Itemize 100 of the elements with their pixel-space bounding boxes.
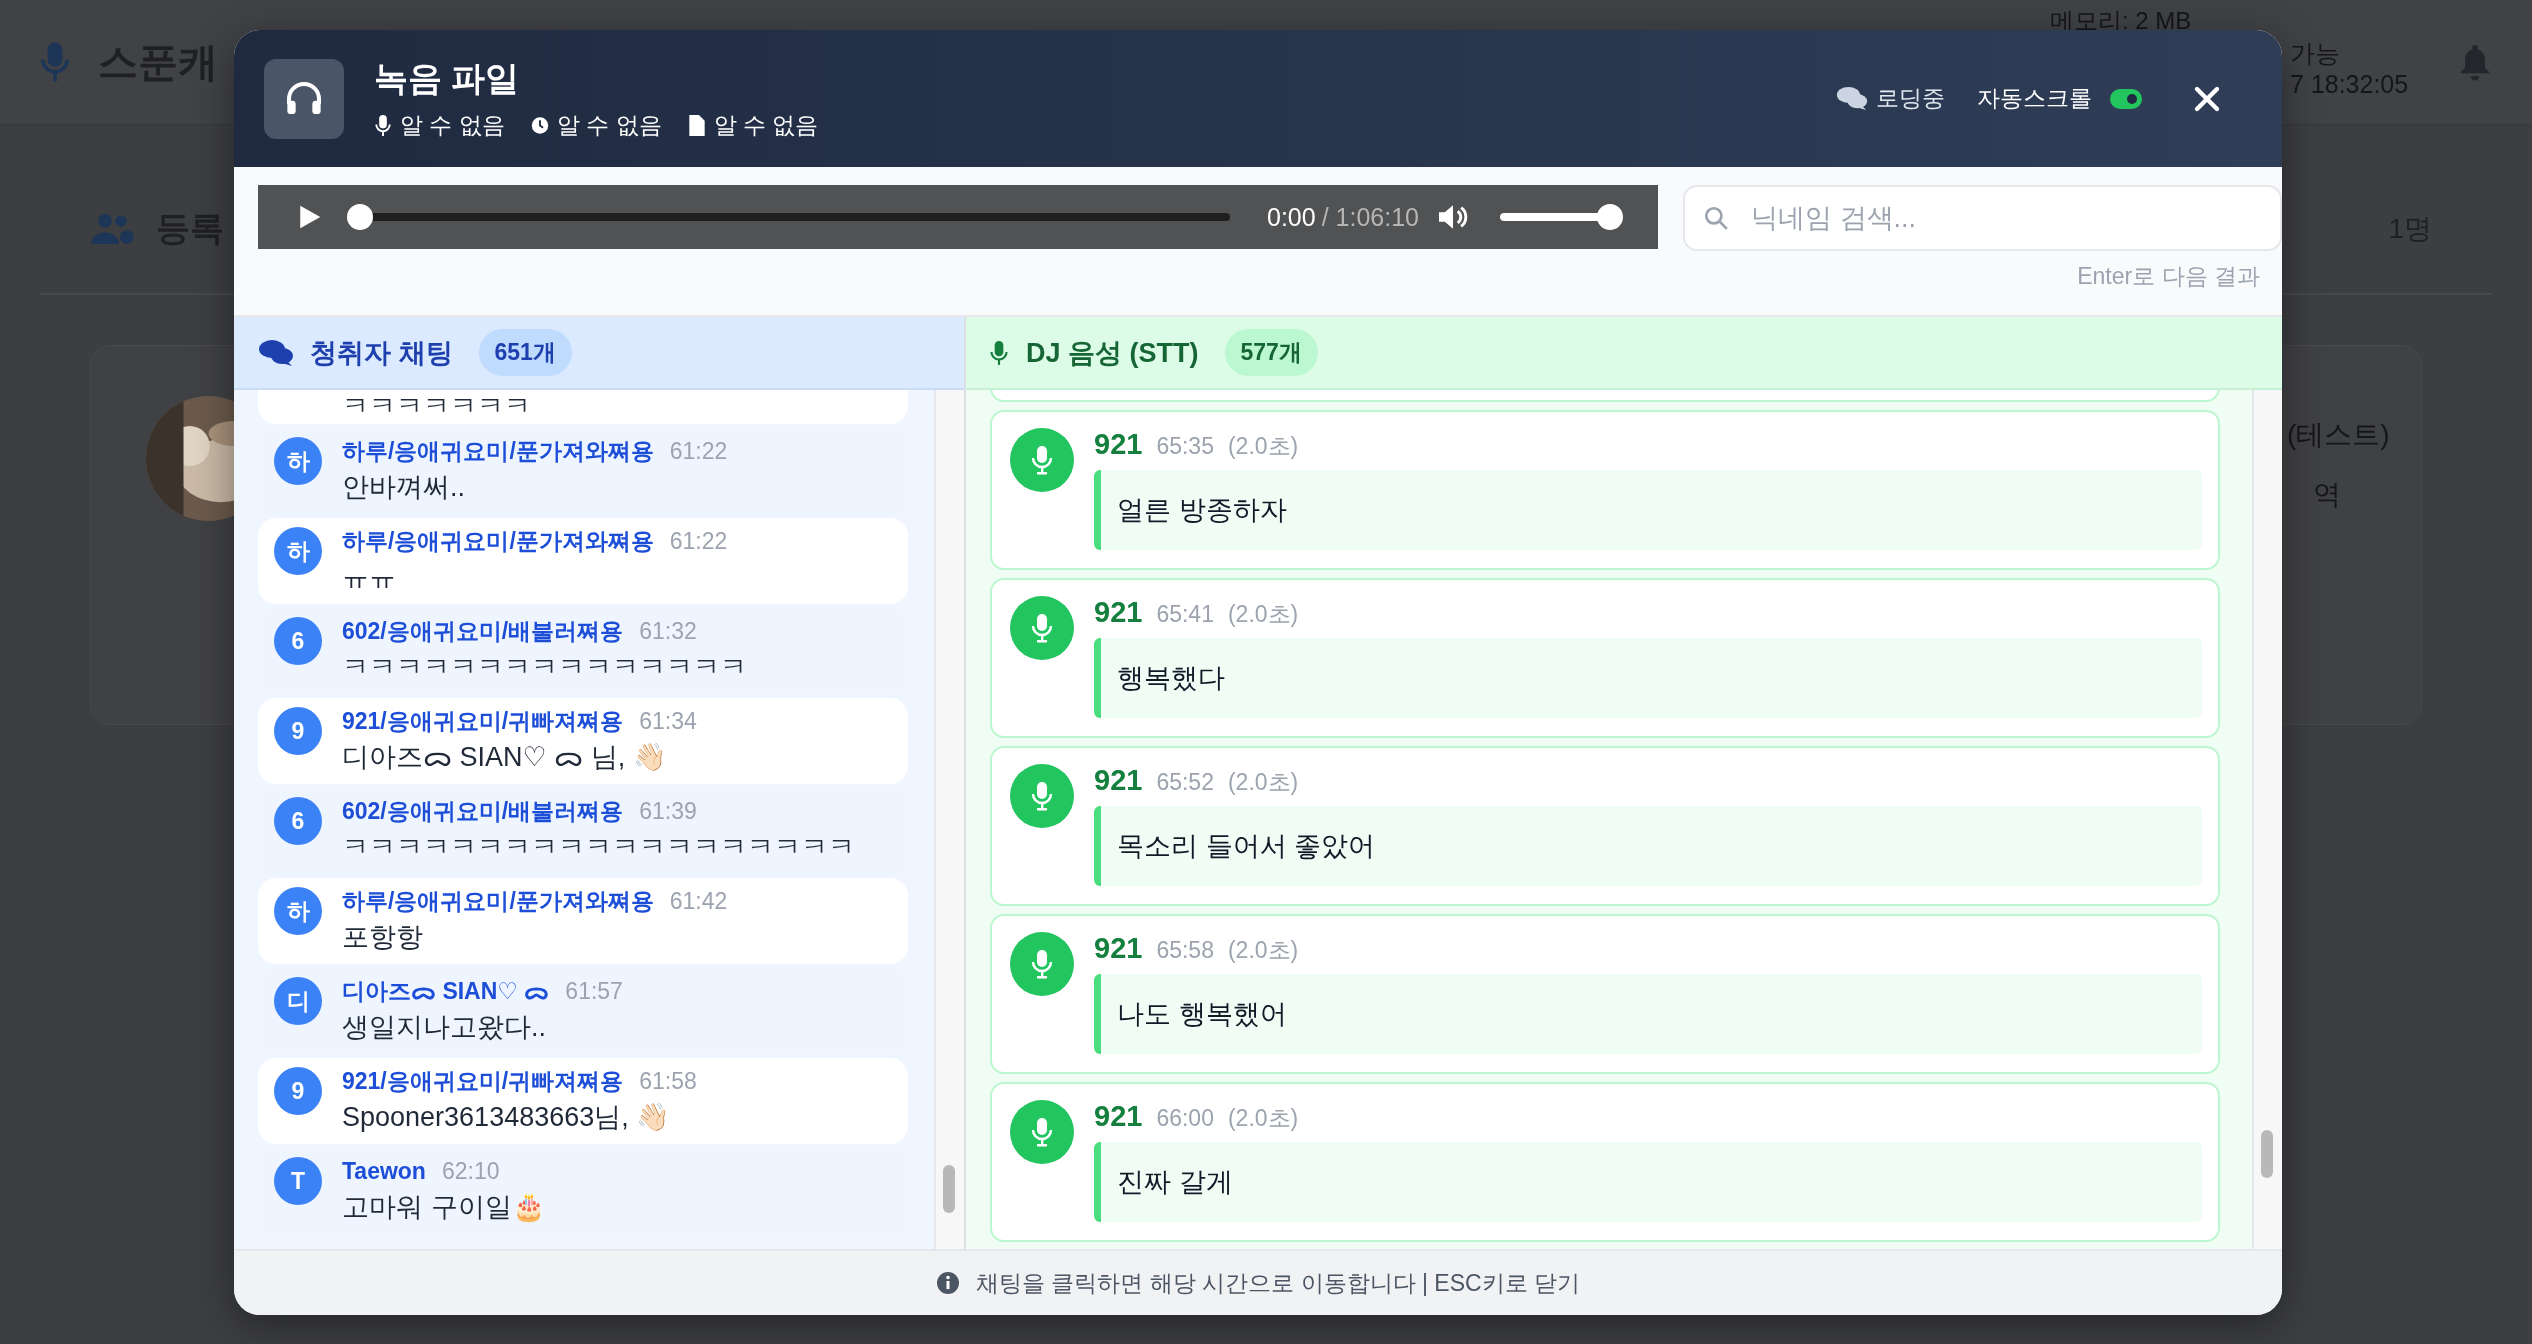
duration-text: (2.0초) [1227,936,1299,965]
message-text: Spooner3613483663님, 👋🏻 [342,1101,672,1133]
timestamp: 65:35 [1156,433,1214,460]
timestamp: 61:32 [639,617,697,645]
chat-title: 청취자 채팅 [310,336,453,370]
message-text: 디아즈ᯅ SIAN♡ ᯅ 님, 👋🏻 [342,741,668,773]
microphone-icon [1010,1100,1074,1164]
nickname: Taewon [342,1157,426,1185]
scrollbar[interactable] [2261,1130,2273,1178]
current-time: 0:00 [1267,202,1316,232]
avatar: 하 [274,437,322,485]
microphone-icon [1010,932,1074,996]
microphone-icon [1010,428,1074,492]
microphone-icon [40,40,70,84]
message-text: 생일지나고왔다.. [342,1011,547,1043]
avatar: 6 [274,617,322,665]
count-badge: 577개 [1224,329,1318,376]
timestamp: 61:58 [639,1067,697,1095]
chat-message[interactable]: 9 921/응애귀요미/귀빠져쪄용 61:58 Spooner3613483663님, 👋🏻 [258,1058,908,1144]
duration-text: (2.0초) [1227,600,1299,629]
info-icon [936,1271,960,1295]
speaker-name: 921 [1094,932,1143,965]
search-field[interactable]: 닉네임 검색... [1683,185,2282,251]
message-text: ㅋㅋㅋㅋㅋㅋㅋㅋㅋㅋㅋㅋㅋㅋㅋ [342,651,747,683]
autoscroll-toggle[interactable] [2110,88,2142,109]
message-text: ㅋㅋㅋㅋㅋㅋㅋㅋㅋㅋㅋㅋㅋㅋㅋㅋㅋㅋㅋ [342,831,855,863]
transcript-text: 얼른 방종하자 [1094,470,2202,550]
meta-text: 알 수 없음 [713,111,819,140]
message-text: ㅋㅋㅋㅋㅋㅋㅋ [342,390,531,422]
avatar: T [274,1157,322,1205]
transcript-text: 나도 행복했어 [1094,974,2202,1054]
headphones-icon [264,58,344,139]
meta-text: 알 수 없음 [400,111,505,140]
transcript-text: 진짜 갈게 [1094,1142,2202,1222]
transcript-card[interactable]: 921 66:00 (2.0초) 진짜 갈게 [990,1082,2220,1242]
nickname: 하루/응애귀요미/푼가져와쪄용 [342,887,654,915]
file-icon [687,114,706,137]
users-icon [90,211,136,247]
transcript-card[interactable]: 921 65:52 (2.0초) 목소리 들어서 좋았어 [990,746,2220,906]
duration-text: / 1:06:10 [1321,202,1419,232]
volume-icon[interactable] [1436,203,1470,231]
nickname: 921/응애귀요미/귀빠져쪄용 [342,707,624,735]
chat-message[interactable]: ㅋㅋㅋㅋㅋㅋㅋ [258,390,908,424]
footer-hint: 채팅을 클릭하면 해당 시간으로 이동합니다 | ESC키로 닫기 [976,1268,1580,1298]
transcript-card[interactable]: 921 65:58 (2.0초) 나도 행복했어 [990,914,2220,1074]
timestamp: 65:52 [1156,769,1214,796]
meta-text: 알 수 없음 [556,111,662,140]
search-hint: Enter로 다음 결과 [2077,262,2260,291]
microphone-icon [990,339,1008,366]
avatar: 9 [274,707,322,755]
nickname: 602/응애귀요미/배불러쪄용 [342,617,624,645]
avatar: 9 [274,1067,322,1115]
timestamp: 61:39 [639,797,697,825]
stt-title: DJ 음성 (STT) [1026,336,1199,370]
message-text: ㅠㅠ [342,561,397,593]
duration-text: (2.0초) [1227,1104,1299,1133]
timestamp: 61:34 [639,707,697,735]
chat-message[interactable]: 하 하루/응애귀요미/푼가져와쪄용 61:22 ㅠㅠ [258,518,908,604]
clock-icon [530,114,549,137]
search-icon [1703,205,1729,231]
microphone-icon [1010,596,1074,660]
message-text: 안바껴써.. [342,471,466,503]
duration-text: (2.0초) [1227,768,1299,797]
message-text: 포항항 [342,921,424,953]
microphone-icon [1010,764,1074,828]
timestamp: 61:57 [565,977,623,1005]
scrollbar[interactable] [943,1165,955,1213]
transcript-card[interactable]: 921 65:41 (2.0초) 행복했다 [990,578,2220,738]
chat-message[interactable]: 9 921/응애귀요미/귀빠져쪄용 61:34 디아즈ᯅ SIAN♡ ᯅ 님, 👋🏻 [258,698,908,784]
speaker-name: 921 [1094,428,1143,461]
nickname: 602/응애귀요미/배불러쪄용 [342,797,624,825]
avatar: 하 [274,887,322,935]
volume-thumb[interactable] [1597,204,1623,230]
duration-text: (2.0초) [1227,432,1299,461]
transcript-text: 행복했다 [1094,638,2202,718]
nickname: 하루/응애귀요미/푼가져와쪄용 [342,437,654,465]
timestamp: 65:41 [1156,601,1214,628]
speaker-name: 921 [1094,596,1143,629]
transcript-card[interactable]: 921 65:35 (2.0초) 얼른 방종하자 [990,410,2220,570]
timestamp: 65:58 [1156,937,1214,964]
count-badge: 651개 [478,329,572,376]
nickname: 하루/응애귀요미/푼가져와쪄용 [342,527,654,555]
timestamp: 61:22 [669,437,728,465]
chat-bubbles-icon [258,337,294,368]
speaker-name: 921 [1094,1100,1143,1133]
timestamp: 66:00 [1156,1105,1214,1132]
nickname: 921/응애귀요미/귀빠져쪄용 [342,1067,624,1095]
loading-status: 로딩중 [1876,84,1945,113]
microphone-icon [374,114,392,137]
avatar: 6 [274,797,322,845]
chat-message[interactable]: 하 하루/응애귀요미/푼가져와쪄용 61:42 포항항 [258,878,908,964]
timestamp: 62:10 [441,1157,500,1185]
timestamp: 61:22 [669,527,728,555]
timestamp: 61:42 [669,887,728,915]
nickname: 디아즈ᯅ SIAN♡ ᯅ [342,977,550,1005]
avatar: 하 [274,527,322,575]
autoscroll-label: 자동스크롤 [1977,84,2092,113]
speaker-name: 921 [1094,764,1143,797]
avatar: 디 [274,977,322,1025]
progress-thumb[interactable] [347,204,373,230]
